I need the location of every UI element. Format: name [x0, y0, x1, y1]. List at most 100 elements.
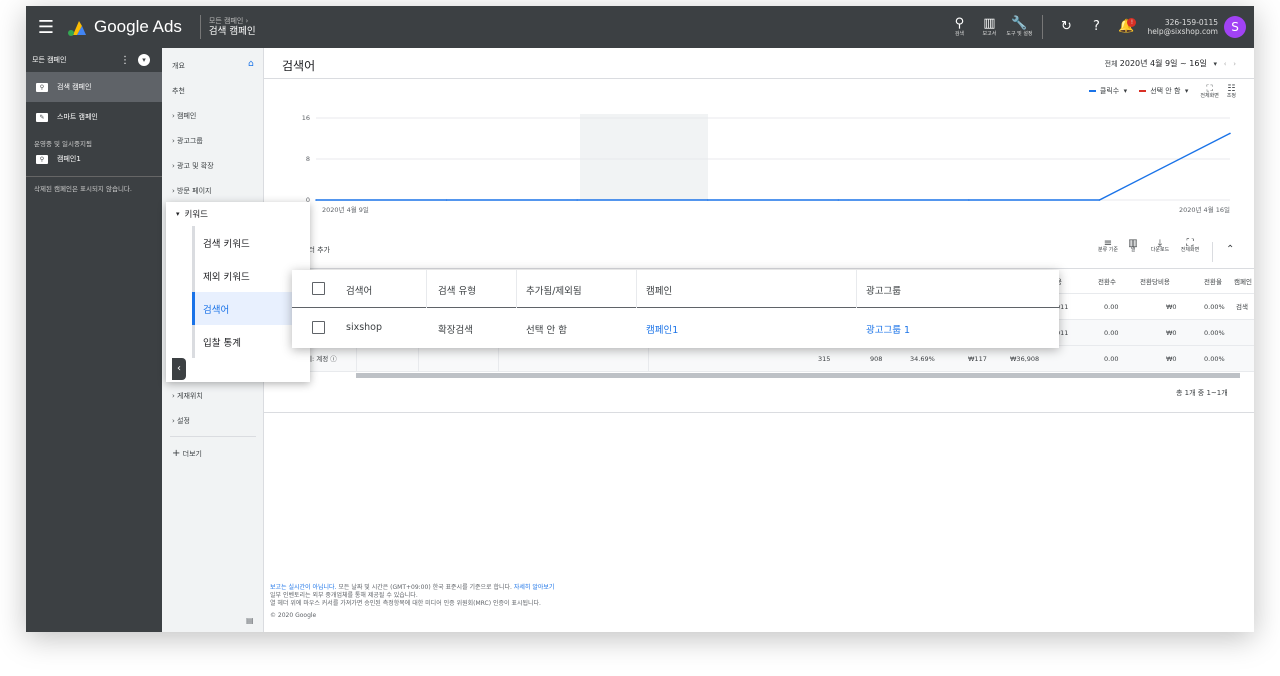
collapse-menu-button[interactable]: ‹ [172, 358, 186, 380]
horizontal-scrollbar[interactable] [356, 373, 1240, 378]
popup-header-campaign[interactable]: 캠페인 [646, 283, 672, 297]
menu-label: 방문 페이지 [177, 187, 212, 195]
tools-button[interactable]: 🔧 도구 및 설정 [1004, 16, 1034, 38]
keywords-menu-header[interactable]: ▾ 키워드 [166, 202, 310, 226]
page-menu-overview[interactable]: 개요 [172, 61, 185, 71]
breadcrumb-current: 검색 캠페인 [208, 25, 256, 37]
refresh-button[interactable]: ↻ [1051, 20, 1081, 34]
tune-icon: ☷ [1227, 84, 1236, 94]
table-total-row: 전체: 계정 ⓘ 315 908 34.69% ₩117 ₩36,908 0.0… [264, 346, 1254, 372]
next-period-icon[interactable]: › [1229, 60, 1236, 68]
adjust-label: 조정 [1226, 93, 1236, 99]
column-header-cost-per-conv[interactable]: 전환당비용 [1140, 269, 1170, 295]
adgroup-link[interactable]: 광고그룹 1 [866, 322, 910, 336]
nav-item-search-campaign[interactable]: ⚲ 검색 캠페인 [26, 72, 162, 102]
page-menu-campaigns[interactable]: › 캠페인 [172, 111, 196, 121]
metric-selector-1[interactable]: 클릭수 ▾ [1088, 86, 1127, 96]
search-button[interactable]: ⚲ 검색 [944, 16, 974, 38]
date-range-picker[interactable]: 전체 2020년 4월 9일 ~ 16일 ▾ ‹ › [1105, 58, 1236, 69]
topbar-divider-right [1042, 15, 1044, 39]
total-conv-rate: 0.00% [1204, 355, 1225, 363]
x-tick-label: 2020년 4월 16일 [1179, 205, 1230, 214]
metric2-swatch [1139, 90, 1147, 92]
campaign-link[interactable]: 캠페인1 [646, 322, 678, 336]
popup-header-match-type[interactable]: 검색 유형 [438, 283, 476, 297]
select-all-checkbox[interactable] [312, 282, 325, 295]
chart-adjust-button[interactable]: ☷ 조정 [1226, 84, 1236, 100]
popup-header-row: 검색어 검색 유형 추가됨/제외됨 캠페인 광고그룹 [292, 270, 1059, 308]
help-button[interactable]: ? [1081, 20, 1111, 34]
total-cost: ₩36,908 [1010, 355, 1040, 363]
learn-more-link[interactable]: 자세히 알아보기 [514, 584, 555, 591]
search-term-cell: sixshop [346, 322, 383, 333]
total-conversions: 0.00 [1104, 355, 1119, 363]
avatar[interactable]: S [1224, 16, 1246, 38]
nav-item-campaign1[interactable]: ⚲ 캠페인1 [26, 148, 162, 170]
metric1-swatch [1088, 90, 1096, 92]
download-button[interactable]: ⤓ 다운로드 [1146, 238, 1174, 254]
download-label: 다운로드 [1150, 247, 1170, 253]
download-icon: ⤓ [1157, 238, 1163, 249]
metric-selector-2[interactable]: 선택 안 함 ▾ [1139, 86, 1188, 96]
breadcrumb-parent[interactable]: 모든 캠페인 › [209, 17, 256, 26]
column-header-campaign-type[interactable]: 캠페인 유형 [1234, 269, 1254, 295]
chart-fullscreen-button[interactable]: ⛶ 전체화면 [1200, 85, 1219, 100]
page-menu-divider [170, 436, 256, 437]
nav-item-label: 검색 캠페인 [57, 83, 92, 91]
menu-item-search-keywords[interactable]: 검색 키워드 [192, 226, 310, 259]
cost-per-conv-cell: ₩0 [1166, 329, 1177, 337]
page-menu-more[interactable]: + 더보기 [172, 448, 202, 459]
match-type-cell: 확장검색 [438, 325, 473, 336]
page-menu-recommendations[interactable]: 추천 [172, 86, 185, 96]
popup-header-added-excluded[interactable]: 추가됨/제외됨 [526, 283, 582, 297]
hamburger-menu-icon[interactable]: ☰ [26, 17, 66, 38]
page-menu-ads-extensions[interactable]: › 광고 및 확장 [172, 161, 214, 171]
collapse-up-icon[interactable]: ⌃ [1226, 244, 1234, 255]
breadcrumb[interactable]: 모든 캠페인 › 검색 캠페인 [209, 17, 256, 38]
total-cost-per-conv: ₩0 [1166, 355, 1177, 363]
total-clicks: 908 [870, 355, 883, 363]
popup-data-row[interactable]: sixshop 확장검색 선택 안 함 캠페인1 광고그룹 1 [292, 309, 1059, 348]
fullscreen-label: 전체화면 [1200, 93, 1219, 99]
col-divider [516, 270, 517, 308]
columns-button[interactable]: ▥ 열 [1122, 239, 1144, 254]
page-menu-placements[interactable]: › 게재위치 [172, 391, 203, 401]
data-point [968, 199, 970, 201]
popup-header-adgroup[interactable]: 광고그룹 [866, 283, 901, 297]
nav-item-smart-campaign[interactable]: ✎ 스마트 캠페인 [26, 102, 162, 132]
dropdown-arrow-icon: ▾ [1209, 60, 1222, 68]
column-header-conv-rate[interactable]: 전환율 [1204, 269, 1222, 295]
feedback-icon[interactable]: ▤ [246, 616, 254, 625]
account-info[interactable]: 326-159-0115 help@sixshop.com [1147, 18, 1218, 36]
conversions-cell: 0.00 [1104, 329, 1119, 337]
column-header-conversions[interactable]: 전환수 [1098, 269, 1116, 295]
chevron-down-icon[interactable]: ▾ [138, 54, 150, 66]
prev-period-icon[interactable]: ‹ [1224, 60, 1227, 68]
notifications-button[interactable]: 🔔! [1111, 18, 1141, 34]
page-menu-adgroups[interactable]: › 광고그룹 [172, 136, 203, 146]
more-vert-icon[interactable]: ⋮ [120, 55, 130, 66]
total-ctr: 34.69% [910, 355, 935, 363]
segment-button[interactable]: ≡ 분류 기준 [1094, 239, 1122, 254]
date-prefix: 전체 [1104, 60, 1118, 68]
date-range: 2020년 4월 9일 ~ 16일 [1119, 59, 1207, 68]
search-button-label: 검색 [954, 30, 965, 37]
footer-inventory-text: 일부 인벤토리는 외부 중개업체를 통해 제공될 수 있습니다. [270, 592, 418, 599]
page-menu-landing-pages[interactable]: › 방문 페이지 [172, 186, 211, 196]
menu-label: 더보기 [182, 450, 202, 458]
y-tick-label: 16 [302, 114, 310, 122]
app-name: Google Ads [94, 17, 182, 36]
fullscreen-icon: ⛶ [1186, 238, 1194, 249]
table-fullscreen-button[interactable]: ⛶ 전체화면 [1176, 238, 1204, 254]
nav-item-label: 스마트 캠페인 [57, 113, 98, 121]
all-campaigns-header[interactable]: 모든 캠페인 ⋮ ▾ [26, 48, 162, 72]
help-icon: ? [1092, 19, 1100, 34]
removed-campaigns-note: 삭제된 캠페인은 표시되지 않습니다. [34, 185, 132, 193]
menu-label: 개요 [172, 62, 185, 70]
page-menu-settings[interactable]: › 설정 [172, 416, 190, 426]
footer-realtime-link[interactable]: 보고는 실시간이 아닙니다. [270, 584, 336, 591]
reports-button[interactable]: ▥ 보고서 [974, 16, 1004, 38]
help-circle-icon[interactable]: ⓘ [330, 355, 337, 363]
popup-header-search-term[interactable]: 검색어 [346, 283, 372, 297]
row-checkbox[interactable] [312, 321, 325, 334]
